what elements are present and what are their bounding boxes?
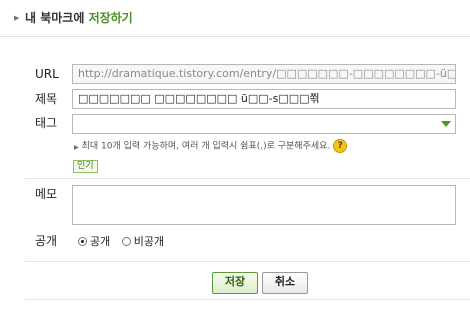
radio-checked-icon	[78, 236, 87, 246]
memo-textarea[interactable]	[72, 185, 456, 225]
popular-tags-button[interactable]: 인기	[73, 160, 98, 173]
visibility-public-label: 공개	[90, 235, 111, 248]
tag-hint: ▶ 최대 10개 입력 가능하며, 여러 개 입력시 쉼표(,)로 구분해주세요.…	[74, 139, 348, 154]
dialog-title: 내 북마크에 저장하기	[25, 9, 133, 26]
dialog-header: ▶ 내 북마크에 저장하기	[0, 0, 470, 37]
triangle-right-icon: ▶	[74, 143, 79, 151]
visibility-radio-group: 공개 비공개	[78, 233, 172, 249]
visibility-public-radio[interactable]: 공개	[78, 233, 118, 249]
url-field[interactable]: http://dramatique.tistory.com/entry/□□□□…	[72, 64, 456, 84]
divider	[25, 261, 470, 262]
tag-label: 태그	[35, 116, 58, 130]
tag-input[interactable]	[72, 114, 456, 134]
url-label: URL	[35, 67, 59, 81]
title-label: 제목	[35, 92, 58, 106]
cancel-button[interactable]: 취소	[262, 272, 308, 294]
dialog-title-prefix: 내 북마크에	[25, 11, 89, 25]
divider	[25, 299, 470, 300]
memo-label: 메모	[35, 187, 58, 201]
title-field[interactable]: □□□□□□□ □□□□□□□□ ũ□□-s□□□쬒	[72, 89, 456, 109]
triangle-right-icon: ▶	[14, 14, 20, 22]
help-icon[interactable]: ?	[333, 139, 348, 153]
save-button[interactable]: 저장	[212, 272, 258, 294]
visibility-private-radio[interactable]: 비공개	[121, 233, 172, 249]
chevron-down-icon[interactable]	[441, 121, 451, 127]
dialog-title-accent: 저장하기	[88, 11, 133, 25]
radio-unchecked-icon	[121, 236, 131, 246]
visibility-label: 공개	[35, 234, 58, 248]
divider	[25, 178, 470, 179]
tag-hint-text: 최대 10개 입력 가능하며, 여러 개 입력시 쉼표(,)로 구분해주세요.	[81, 141, 331, 152]
visibility-private-label: 비공개	[133, 235, 165, 248]
